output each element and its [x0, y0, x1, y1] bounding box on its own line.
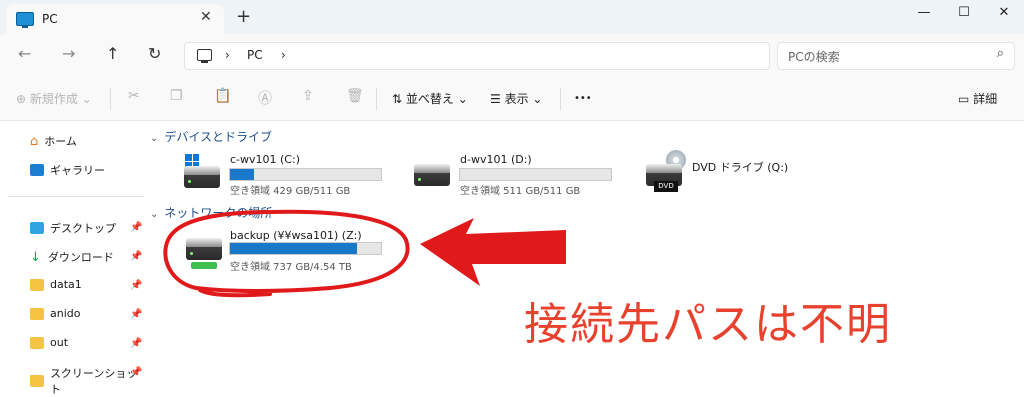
arrow-icon [420, 218, 566, 286]
annotation-text: 接続先パスは不明 [524, 299, 892, 350]
highlight-circle [163, 209, 410, 298]
